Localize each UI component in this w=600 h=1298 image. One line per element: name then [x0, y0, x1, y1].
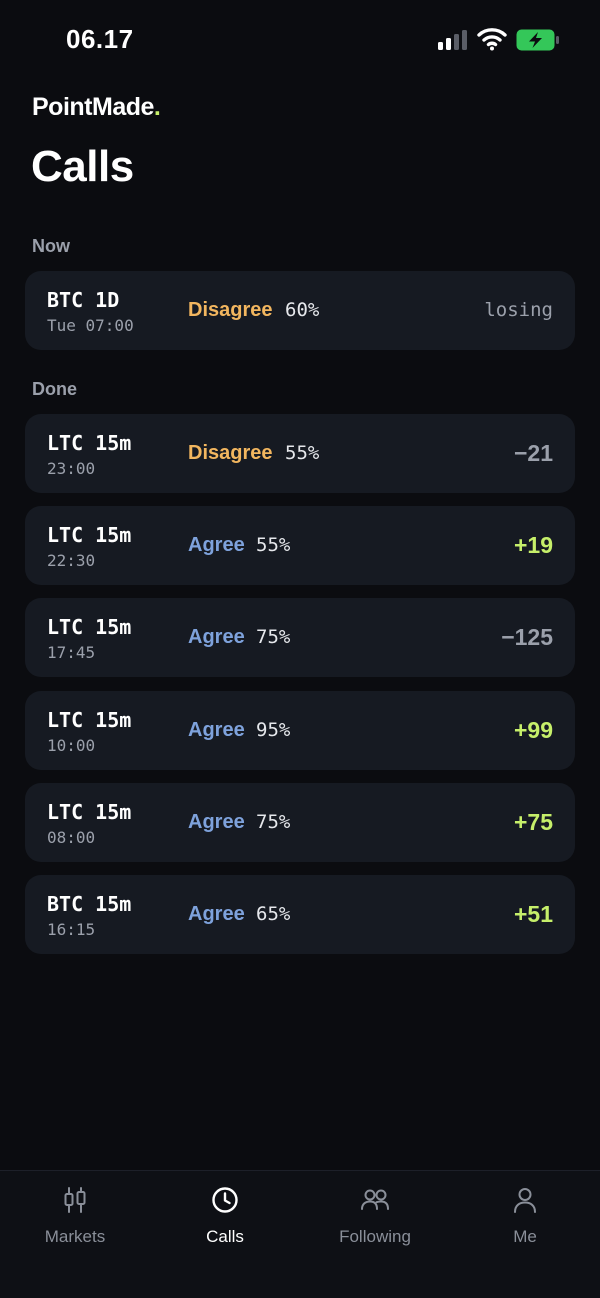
- call-points: +75: [513, 809, 553, 835]
- brand-name: PointMade: [32, 93, 154, 121]
- tab-label: Markets: [44, 1227, 106, 1246]
- tab-following[interactable]: Following: [300, 1185, 450, 1255]
- brand-dot: .: [153, 93, 161, 121]
- tab-label: Me: [513, 1227, 537, 1246]
- call-points: +99: [513, 717, 553, 743]
- call-points: −125: [501, 624, 553, 650]
- call-confidence: 95%: [256, 719, 291, 741]
- status-bar: 06.17: [0, 0, 600, 80]
- call-status: losing: [484, 299, 553, 321]
- call-time: 17:45: [47, 643, 96, 662]
- call-points: +51: [513, 901, 553, 927]
- call-time: Tue 07:00: [47, 316, 134, 335]
- call-symbol: LTC 15m: [47, 523, 132, 547]
- people-icon: [361, 1189, 389, 1210]
- call-stance: Agree: [188, 903, 245, 925]
- call-symbol: BTC 1D: [47, 288, 120, 312]
- section-label-now: Now: [32, 236, 70, 256]
- call-time: 10:00: [47, 736, 96, 755]
- call-points: +19: [513, 532, 553, 558]
- call-symbol: BTC 15m: [47, 892, 132, 916]
- candlestick-icon: [64, 1187, 86, 1213]
- call-stance: Agree: [188, 719, 245, 741]
- status-time: 06.17: [66, 24, 134, 54]
- cellular-signal-icon: [438, 30, 470, 50]
- call-stance: Agree: [188, 534, 245, 556]
- tab-markets[interactable]: Markets: [0, 1185, 150, 1255]
- call-stance: Agree: [188, 811, 245, 833]
- call-confidence: 75%: [256, 811, 291, 833]
- call-card[interactable]: LTC 15m 22:30 Agree 55% +19: [25, 506, 575, 585]
- call-time: 08:00: [47, 828, 96, 847]
- call-symbol: LTC 15m: [47, 615, 132, 639]
- tab-calls[interactable]: Calls: [150, 1185, 300, 1255]
- call-card[interactable]: LTC 15m 17:45 Agree 75% −125: [25, 598, 575, 677]
- brand-logo: PointMade.: [32, 93, 161, 122]
- call-symbol: LTC 15m: [47, 431, 132, 455]
- page-title: Calls: [31, 142, 134, 191]
- call-confidence: 55%: [256, 534, 291, 556]
- call-card[interactable]: BTC 15m 16:15 Agree 65% +51: [25, 875, 575, 954]
- tab-me[interactable]: Me: [450, 1185, 600, 1255]
- person-icon: [514, 1188, 536, 1213]
- call-card[interactable]: LTC 15m 08:00 Agree 75% +75: [25, 783, 575, 862]
- call-symbol: LTC 15m: [47, 800, 132, 824]
- call-time: 16:15: [47, 920, 96, 939]
- call-card[interactable]: BTC 1D Tue 07:00 Disagree 60% losing: [25, 271, 575, 350]
- call-points: −21: [513, 440, 553, 466]
- call-card[interactable]: LTC 15m 10:00 Agree 95% +99: [25, 691, 575, 770]
- battery-charging-icon: [516, 29, 559, 51]
- clock-icon: [212, 1187, 238, 1213]
- call-stance: Agree: [188, 626, 245, 648]
- call-confidence: 65%: [256, 903, 291, 925]
- section-label-done: Done: [32, 379, 77, 399]
- tab-bar: Markets Calls Following Me: [0, 1170, 600, 1298]
- call-stance: Disagree: [188, 299, 273, 321]
- call-card[interactable]: LTC 15m 23:00 Disagree 55% −21: [25, 414, 575, 493]
- call-confidence: 75%: [256, 626, 291, 648]
- call-time: 22:30: [47, 551, 96, 570]
- call-stance: Disagree: [188, 442, 273, 464]
- call-symbol: LTC 15m: [47, 708, 132, 732]
- call-confidence: 60%: [285, 299, 320, 321]
- tab-label: Following: [339, 1227, 411, 1246]
- tab-label: Calls: [206, 1227, 244, 1246]
- call-confidence: 55%: [285, 442, 320, 464]
- wifi-icon: [477, 28, 507, 51]
- call-time: 23:00: [47, 459, 96, 478]
